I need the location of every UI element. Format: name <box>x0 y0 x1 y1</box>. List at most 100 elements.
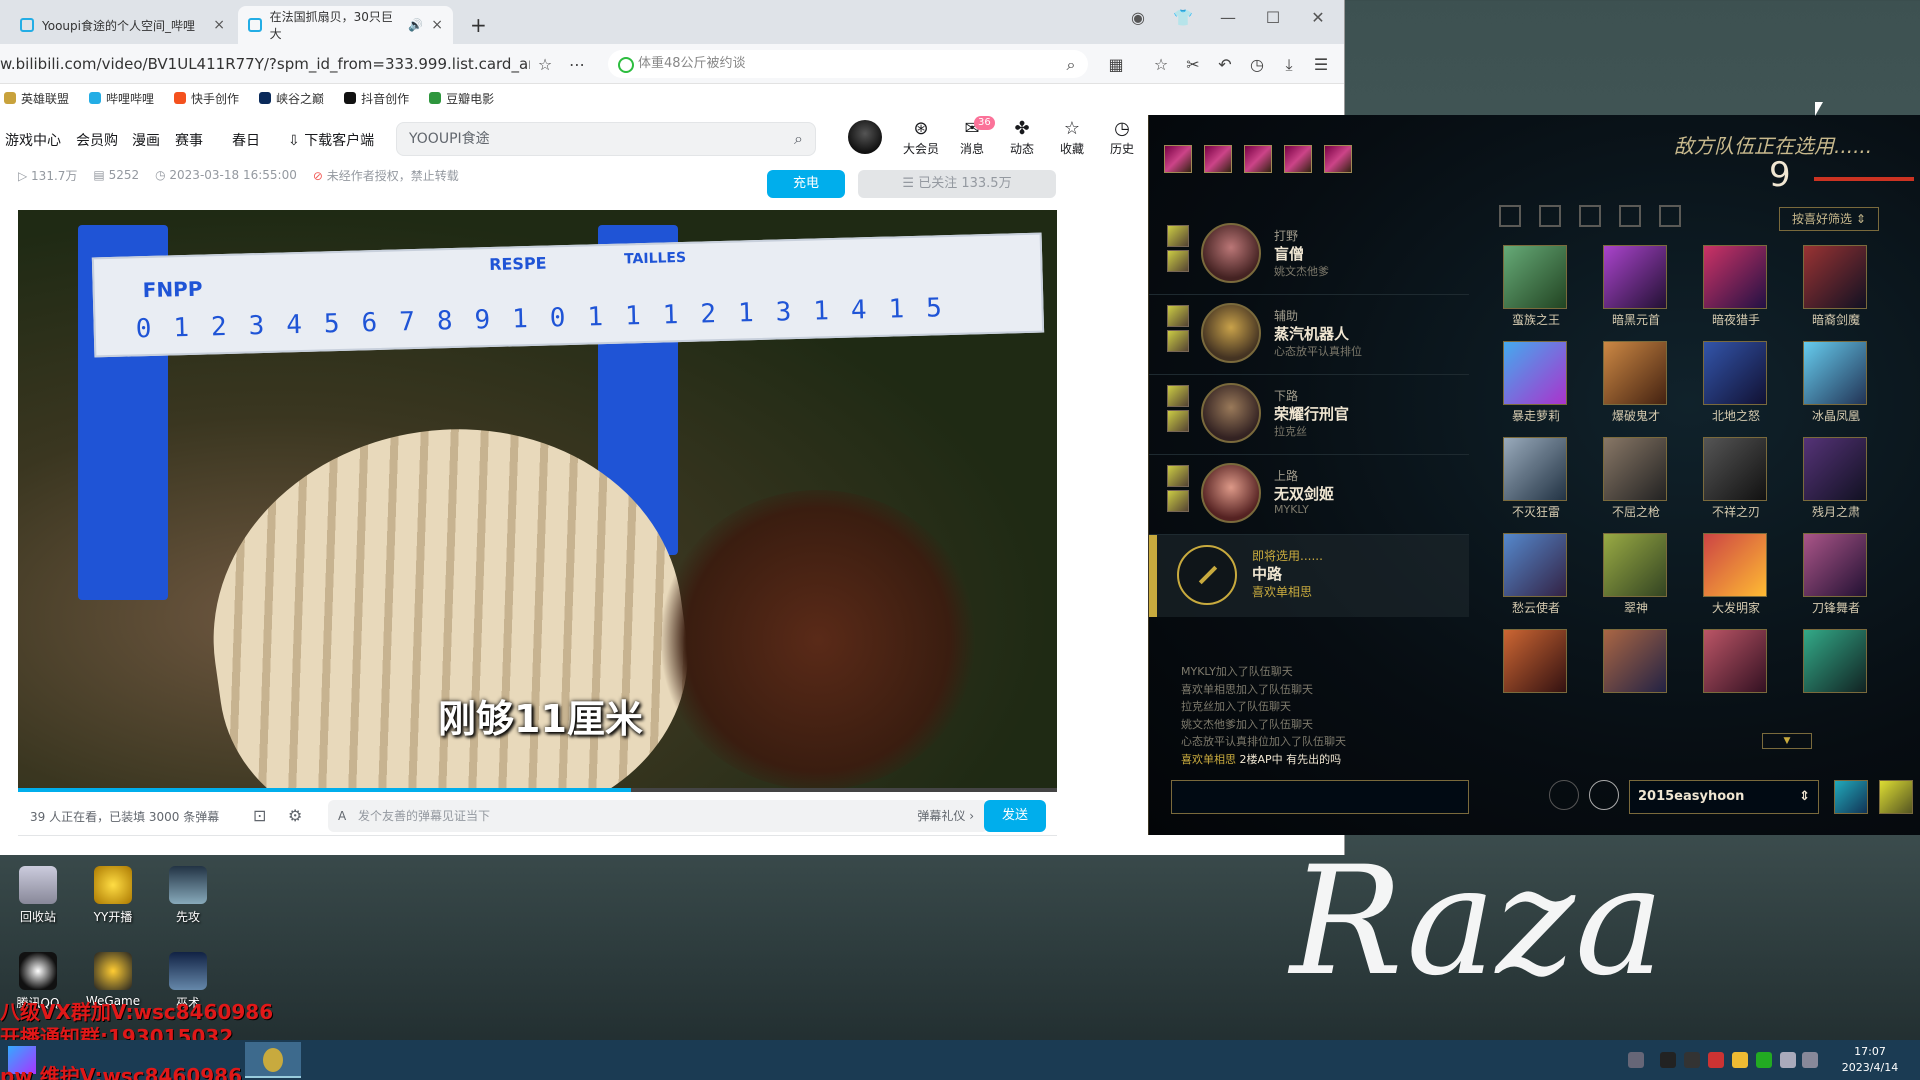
avatar[interactable] <box>848 120 882 154</box>
volume-icon[interactable] <box>1780 1052 1796 1068</box>
danmaku-toggle-icon[interactable]: ⊡ <box>253 806 266 825</box>
role-filter-icon[interactable] <box>1539 205 1561 227</box>
desktop-icon-yy[interactable]: YY开播 <box>78 866 148 925</box>
role-filter-icon[interactable] <box>1499 205 1521 227</box>
champion-card[interactable]: 暗夜猎手 <box>1703 245 1769 328</box>
header-dynamics[interactable]: ✤ 动态 <box>1002 118 1042 157</box>
bookmark-kuaishou[interactable]: 快手创作 <box>174 90 239 107</box>
champion-card[interactable]: 残月之肃 <box>1803 437 1869 520</box>
desktop-icon-xiangong[interactable]: 先攻 <box>153 866 223 925</box>
preference-filter[interactable]: 按喜好筛选 ⇕ <box>1779 207 1879 231</box>
tshirt-icon[interactable]: 👕 <box>1165 4 1201 32</box>
network-icon[interactable] <box>1802 1052 1818 1068</box>
bilibili-search-input[interactable]: YOOUPI食途 ⌕ <box>396 122 816 156</box>
speaker-icon[interactable]: 🔊 <box>408 18 423 32</box>
tray-app-icon[interactable] <box>1660 1052 1676 1068</box>
edit-rune-icon[interactable] <box>1589 780 1619 810</box>
search-icon[interactable]: ⌕ <box>1060 54 1082 76</box>
danmaku-settings-icon[interactable]: ⚙ <box>288 806 302 825</box>
champion-card[interactable]: 爆破鬼才 <box>1603 341 1669 424</box>
champion-card[interactable]: 不祥之刃 <box>1703 437 1769 520</box>
champion-card[interactable]: 冰晶凤凰 <box>1803 341 1869 424</box>
bookmark-bilibili[interactable]: 哔哩哔哩 <box>89 90 154 107</box>
close-window-button[interactable]: ✕ <box>1300 4 1336 32</box>
champion-card[interactable]: 不灭狂雷 <box>1503 437 1569 520</box>
champion-card[interactable]: 暴走萝莉 <box>1503 341 1569 424</box>
nav-download-client[interactable]: ⇩ 下载客户端 <box>288 130 374 150</box>
scissors-icon[interactable]: ✂ <box>1182 54 1204 76</box>
champion-card[interactable]: 愁云使者 <box>1503 533 1569 616</box>
champion-card[interactable] <box>1503 629 1569 693</box>
send-button[interactable]: 发送 <box>984 800 1046 832</box>
apps-grid-icon[interactable]: ▦ <box>1105 54 1127 76</box>
favorites-icon[interactable]: ☆ <box>1150 54 1172 76</box>
champion-card[interactable] <box>1603 629 1669 693</box>
star-icon[interactable]: ☆ <box>534 54 556 76</box>
charge-button[interactable]: 充电 <box>767 170 845 198</box>
video-progress-bar[interactable] <box>18 788 1057 792</box>
role-filter-icon[interactable] <box>1619 205 1641 227</box>
menu-icon[interactable]: ☰ <box>1310 54 1332 76</box>
header-history[interactable]: ◷ 历史 <box>1102 118 1142 157</box>
url-field[interactable]: w.bilibili.com/video/BV1UL411R77Y/?spm_i… <box>0 52 530 76</box>
bookmark-douyin[interactable]: 抖音创作 <box>344 90 409 107</box>
bookmark-lol[interactable]: 英雄联盟 <box>4 90 69 107</box>
tray-app-icon[interactable] <box>1708 1052 1724 1068</box>
role-filter-icon[interactable] <box>1579 205 1601 227</box>
champion-card[interactable]: 暗裔剑魔 <box>1803 245 1869 328</box>
nav-member-shop[interactable]: 会员购 <box>76 130 118 150</box>
nav-esports[interactable]: 赛事 <box>175 130 203 150</box>
bookmark-label: 英雄联盟 <box>21 91 70 106</box>
champion-card[interactable]: 北地之怒 <box>1703 341 1769 424</box>
maximize-button[interactable]: ☐ <box>1255 4 1291 32</box>
champion-card[interactable]: 不屈之枪 <box>1603 437 1669 520</box>
new-tab-button[interactable]: + <box>460 6 490 44</box>
champion-card[interactable] <box>1703 629 1769 693</box>
keyboard-icon[interactable] <box>1628 1052 1644 1068</box>
tab-yooupi-space[interactable]: Yooupi食途的个人空间_哔哩 × <box>10 6 235 44</box>
champion-card[interactable]: 暗黑元首 <box>1603 245 1669 328</box>
expand-toggle-icon[interactable]: ▼ <box>1762 733 1812 749</box>
search-icon[interactable]: ⌕ <box>794 123 803 155</box>
champion-card[interactable]: 蛮族之王 <box>1503 245 1569 328</box>
video-player[interactable]: FNPP RESPE TAILLES 012345678910111213141… <box>18 210 1057 792</box>
nav-game-center[interactable]: 游戏中心 <box>5 130 61 150</box>
system-clock[interactable]: 17:07 2023/4/14 <box>1825 1044 1915 1076</box>
tray-app-icon[interactable] <box>1684 1052 1700 1068</box>
champion-card[interactable]: 翠神 <box>1603 533 1669 616</box>
nav-spring[interactable]: 春日 <box>232 130 260 150</box>
follow-button[interactable]: ☰ 已关注 133.5万 <box>858 170 1056 198</box>
danmaku-input[interactable]: A 发个友善的弹幕见证当下 弹幕礼仪 › <box>328 800 988 832</box>
desktop-icon-recycle-bin[interactable]: 回收站 <box>3 866 73 925</box>
ward-skin-icon[interactable] <box>1834 780 1868 814</box>
rune-icon[interactable] <box>1549 780 1579 810</box>
nvidia-icon[interactable] <box>1756 1052 1772 1068</box>
header-favorites[interactable]: ☆ 收藏 <box>1052 118 1092 157</box>
header-vip[interactable]: ⊛ 大会员 <box>901 118 941 157</box>
chat-input[interactable] <box>1171 780 1469 814</box>
champion-card[interactable] <box>1803 629 1869 693</box>
header-messages[interactable]: ✉ 36 消息 <box>952 116 995 157</box>
history-icon[interactable]: ◷ <box>1246 54 1268 76</box>
browser-search-field[interactable]: 体重48公斤被约谈 <box>608 50 1088 78</box>
download-icon[interactable]: ⤓ <box>1278 54 1300 76</box>
bookmark-douban[interactable]: 豆瓣电影 <box>429 90 494 107</box>
tray-app-icon[interactable] <box>1732 1052 1748 1068</box>
champion-card[interactable]: 大发明家 <box>1703 533 1769 616</box>
champion-card[interactable]: 刀锋舞者 <box>1803 533 1869 616</box>
nav-comics[interactable]: 漫画 <box>132 130 160 150</box>
emote-icon[interactable] <box>1879 780 1913 814</box>
close-icon[interactable]: × <box>431 17 443 33</box>
bookmark-xiagu[interactable]: 峡谷之巅 <box>259 90 324 107</box>
tab-scallop-video[interactable]: 在法国抓扇贝，30只巨大 🔊 × <box>238 6 453 44</box>
taskbar-lol-client[interactable] <box>245 1042 301 1078</box>
close-icon[interactable]: × <box>213 17 225 33</box>
profile-icon[interactable]: ◉ <box>1120 4 1156 32</box>
role-filter-icon[interactable] <box>1659 205 1681 227</box>
undo-icon[interactable]: ↶ <box>1214 54 1236 76</box>
font-icon[interactable]: A <box>338 800 346 832</box>
minimize-button[interactable]: — <box>1210 4 1246 32</box>
skin-select[interactable]: 2015easyhoon ⇕ <box>1629 780 1819 814</box>
danmaku-etiquette-link[interactable]: 弹幕礼仪 › <box>917 800 974 832</box>
more-icon[interactable]: ⋯ <box>566 54 588 76</box>
